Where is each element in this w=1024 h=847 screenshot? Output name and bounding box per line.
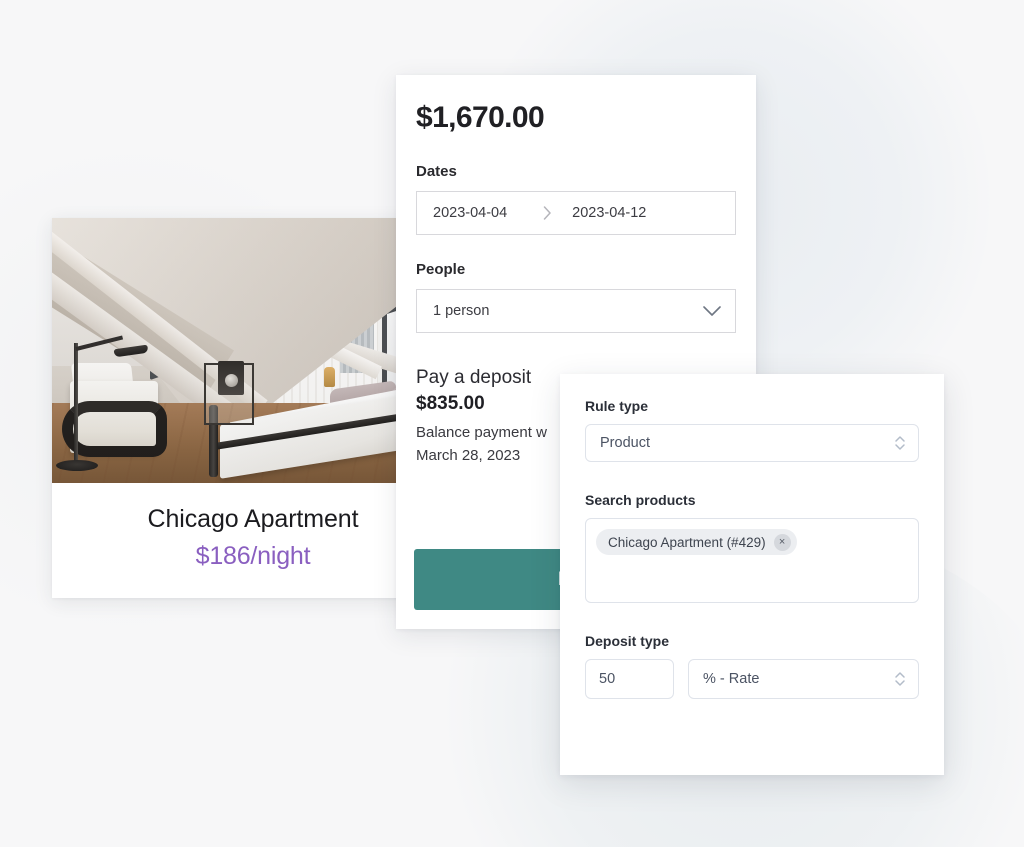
search-products-group: Search products Chicago Apartment (#429)… [585, 492, 919, 603]
people-select[interactable]: 1 person [416, 289, 736, 333]
product-info: Chicago Apartment $186/night [52, 483, 454, 598]
people-select-value: 1 person [433, 303, 490, 319]
close-icon[interactable]: × [773, 533, 791, 551]
product-chip-label: Chicago Apartment (#429) [608, 534, 766, 550]
product-card[interactable]: Chicago Apartment $186/night [52, 218, 454, 598]
product-price: $186/night [195, 542, 311, 570]
rule-type-group: Rule type Product [585, 398, 919, 462]
deposit-rate-select[interactable]: % - Rate [688, 659, 919, 699]
rule-type-label: Rule type [585, 398, 649, 414]
product-chip[interactable]: Chicago Apartment (#429) × [596, 529, 797, 555]
booking-total-price: $1,670.00 [416, 101, 545, 134]
search-products-label: Search products [585, 492, 696, 508]
deposit-value-input[interactable] [585, 659, 674, 699]
search-products-input[interactable]: Chicago Apartment (#429) × [585, 518, 919, 603]
screenshot-stage: Chicago Apartment $186/night $1,670.00 D… [0, 0, 1024, 847]
date-to-value[interactable]: 2023-04-12 [572, 205, 646, 221]
product-title: Chicago Apartment [147, 505, 359, 533]
chevron-right-icon [543, 206, 552, 220]
rule-type-value: Product [600, 435, 650, 451]
product-photo [52, 218, 454, 483]
deposit-rule-panel: Rule type Product Search products Chicag… [560, 374, 944, 775]
deposit-rate-value: % - Rate [703, 671, 760, 687]
date-from-value[interactable]: 2023-04-04 [433, 205, 507, 221]
stepper-updown-icon [894, 434, 906, 452]
chevron-down-icon [703, 305, 721, 317]
rule-type-select[interactable]: Product [585, 424, 919, 462]
deposit-type-row: % - Rate [585, 659, 919, 699]
dates-range-field[interactable]: 2023-04-04 2023-04-12 [416, 191, 736, 235]
dates-label: Dates [416, 163, 457, 180]
deposit-type-label: Deposit type [585, 633, 670, 649]
deposit-type-group: Deposit type % - Rate [585, 633, 919, 699]
stepper-updown-icon [894, 670, 906, 688]
people-label: People [416, 261, 466, 278]
